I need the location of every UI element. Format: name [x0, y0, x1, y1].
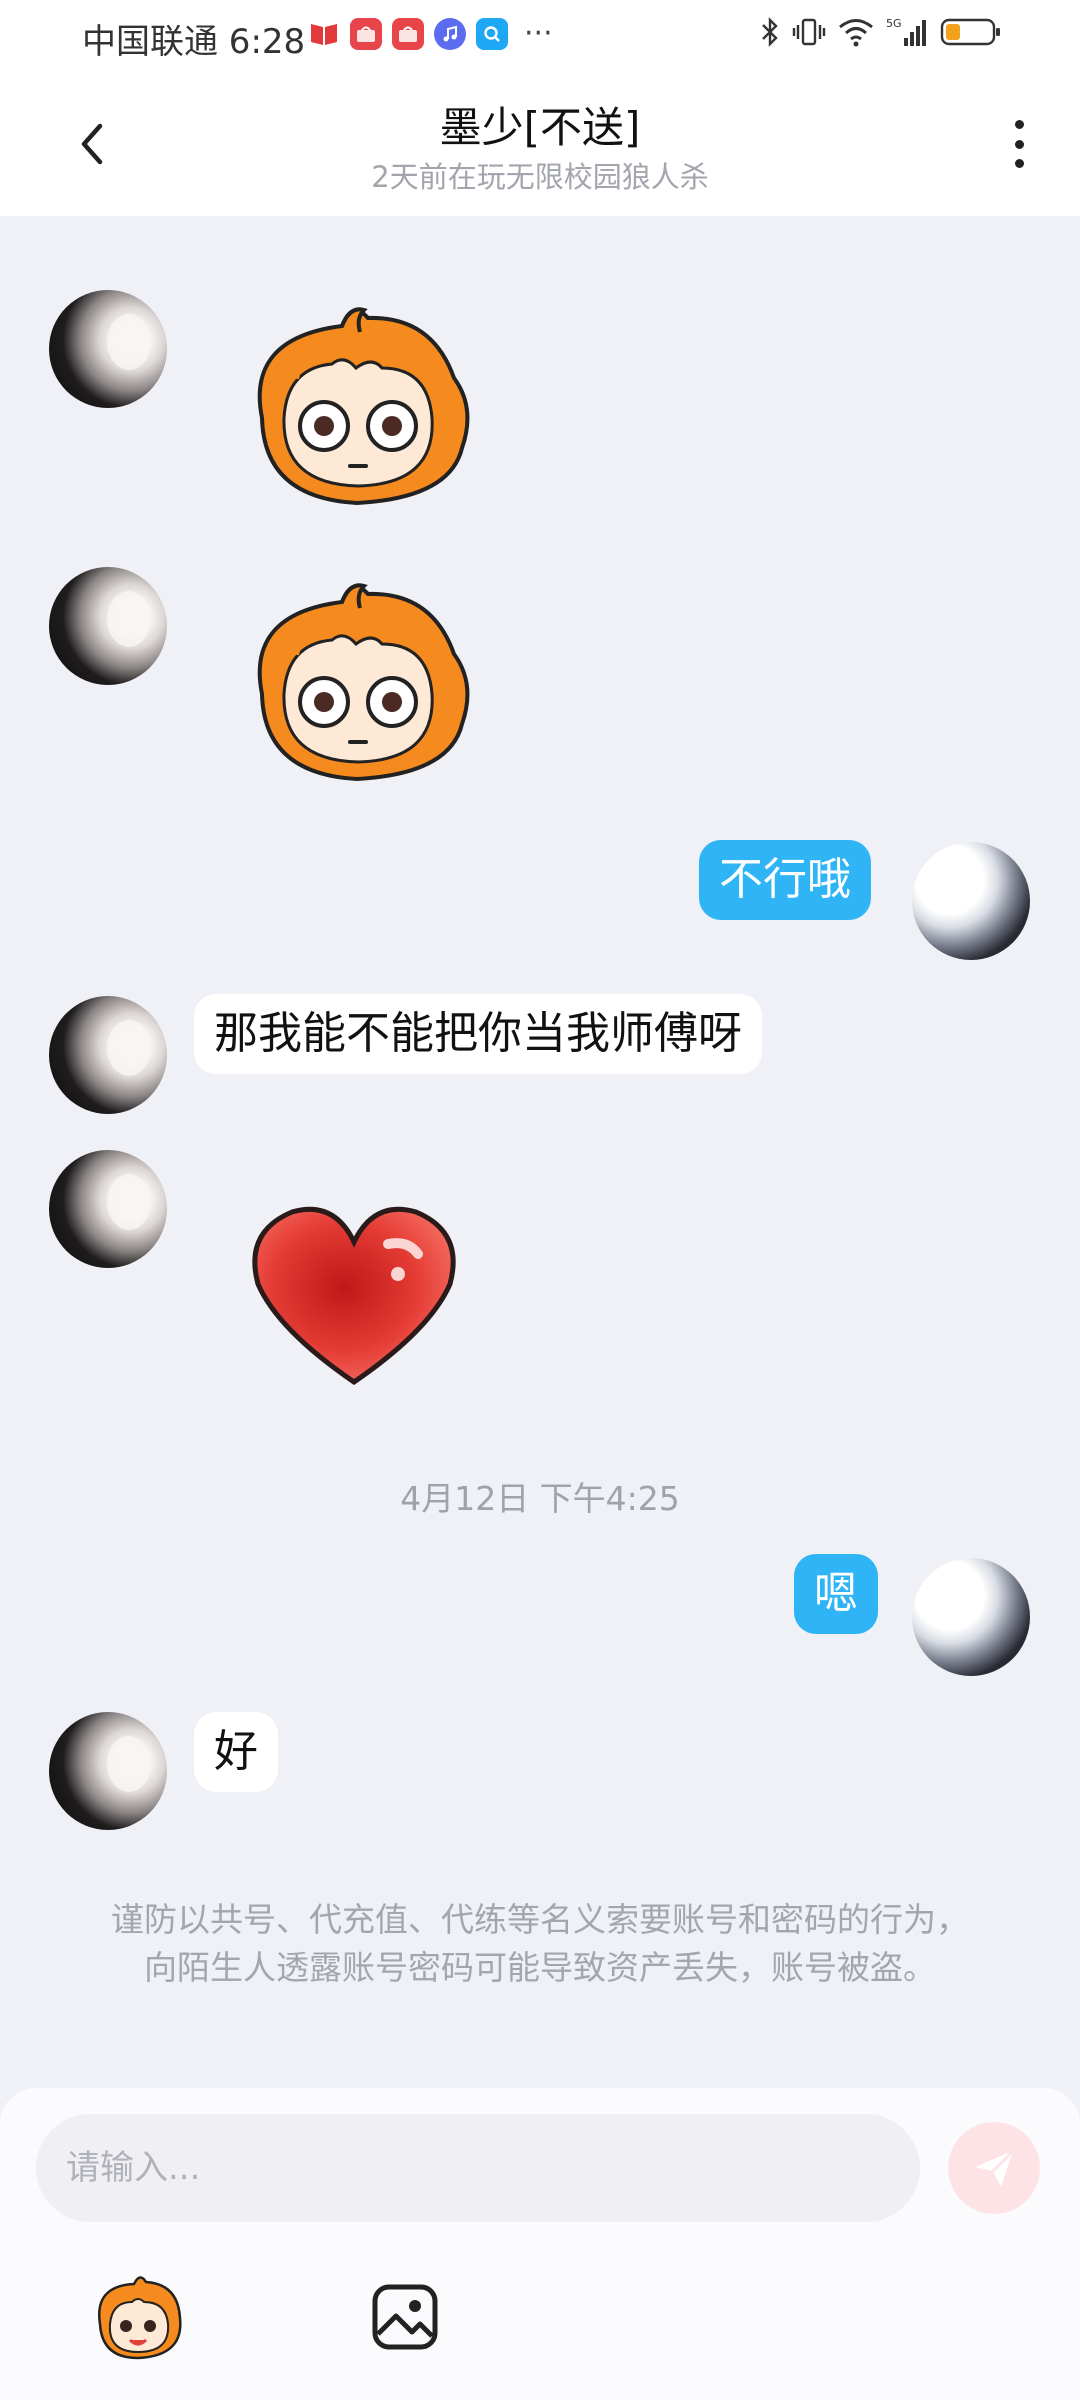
safety-notice: 谨防以共号、代充值、代练等名义索要账号和密码的行为，向陌生人透露账号密码可能导致…: [111, 1900, 969, 1987]
emoji-sticker-icon[interactable]: [90, 2272, 186, 2362]
incoming-message[interactable]: 好: [194, 1712, 278, 1792]
system-icons: 5G: [760, 16, 1002, 48]
shopping-app-icon: [350, 18, 382, 50]
more-notifications-icon: ···: [524, 16, 553, 51]
contact-status: 2天前在玩无限校园狼人杀: [371, 160, 709, 194]
contact-avatar[interactable]: [49, 1712, 167, 1830]
more-dot-icon: [1014, 139, 1024, 149]
contact-avatar[interactable]: [49, 567, 167, 685]
music-app-icon: [434, 18, 466, 50]
more-options-button[interactable]: [1004, 114, 1034, 174]
image-picker-icon[interactable]: [370, 2282, 440, 2352]
signal-5g-icon: 5G: [886, 16, 928, 48]
chat-header: 墨少[不送] 2天前在玩无限校园狼人杀: [0, 70, 1080, 216]
message-timestamp: 4月12日 下午4:25: [400, 1479, 680, 1518]
contact-name: 墨少[不送]: [439, 103, 641, 152]
carrier-and-time: 中国联通 6:28: [82, 22, 306, 62]
send-button[interactable]: [948, 2122, 1040, 2214]
heart-sticker[interactable]: [248, 1202, 460, 1392]
message-input[interactable]: [36, 2114, 920, 2222]
outgoing-message[interactable]: 嗯: [794, 1554, 878, 1634]
more-dot-icon: [1014, 159, 1024, 168]
shopping-app-icon: [392, 18, 424, 50]
contact-avatar[interactable]: [49, 290, 167, 408]
message-list[interactable]: 不行哦 那我能不能把你当我师傅呀 4月12日 下午4:25 嗯 好 谨防以共号、…: [0, 216, 1080, 2088]
scrolled-sticker-remnant: [240, 216, 430, 236]
message-composer: [0, 2088, 1080, 2400]
send-icon: [975, 2149, 1015, 2187]
battery-icon: [940, 16, 1002, 48]
bluetooth-icon: [760, 16, 780, 48]
monkey-face-sticker[interactable]: [232, 298, 482, 508]
incoming-message[interactable]: 那我能不能把你当我师傅呀: [194, 994, 762, 1074]
wifi-icon: [838, 17, 874, 47]
more-dot-icon: [1014, 120, 1024, 129]
contact-avatar[interactable]: [49, 1150, 167, 1268]
book-app-icon: [308, 18, 340, 50]
svg-text:5G: 5G: [886, 17, 902, 30]
contact-avatar[interactable]: [49, 996, 167, 1114]
monkey-face-sticker[interactable]: [232, 574, 482, 784]
my-avatar[interactable]: [912, 842, 1030, 960]
vibrate-icon: [792, 16, 826, 48]
status-bar: 中国联通 6:28 ··· 5G: [0, 0, 1080, 70]
notification-icons: ···: [308, 18, 553, 50]
search-app-icon: [476, 18, 508, 50]
my-avatar[interactable]: [912, 1558, 1030, 1676]
outgoing-message[interactable]: 不行哦: [699, 840, 871, 920]
